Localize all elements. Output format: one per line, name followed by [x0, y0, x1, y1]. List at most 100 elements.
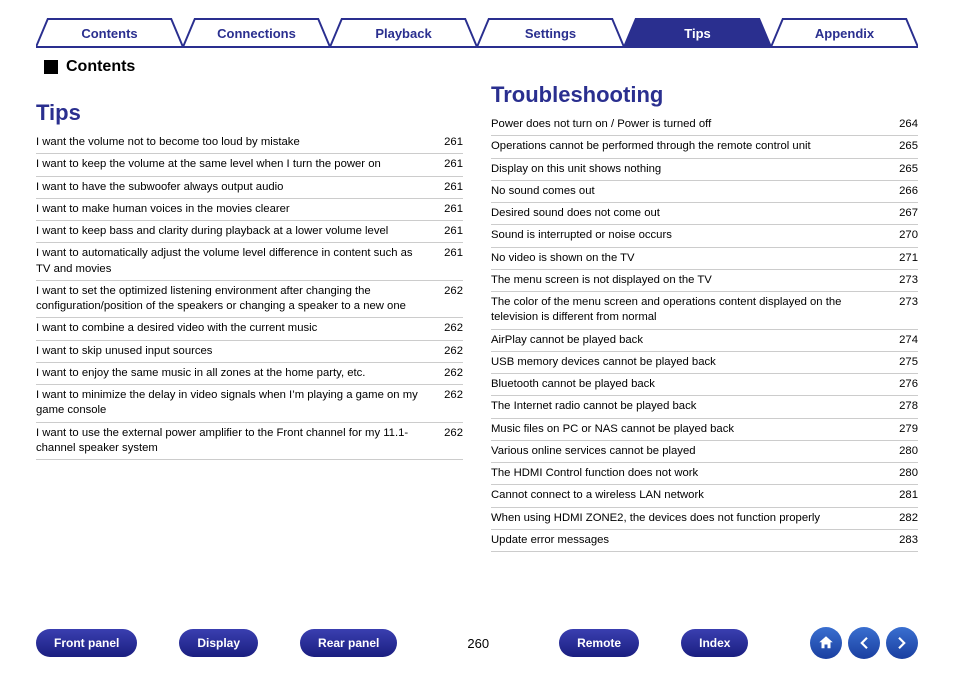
page-number: 260	[467, 636, 489, 651]
tab-connections[interactable]: Connections	[183, 18, 330, 48]
index-button[interactable]: Index	[681, 629, 748, 657]
tab-label: Tips	[684, 26, 711, 41]
bottom-nav: Front panel Display Rear panel 260 Remote Ind…	[0, 627, 954, 659]
tips-page: 261	[429, 224, 463, 239]
troubleshooting-page: 279	[884, 422, 918, 437]
troubleshooting-row[interactable]: The menu screen is not displayed on the …	[491, 270, 918, 292]
troubleshooting-row[interactable]: When using HDMI ZONE2, the devices does …	[491, 508, 918, 530]
troubleshooting-row[interactable]: AirPlay cannot be played back274	[491, 330, 918, 352]
tips-row[interactable]: I want to use the external power amplifi…	[36, 423, 463, 461]
troubleshooting-text: Various online services cannot be played	[491, 444, 884, 459]
tips-row[interactable]: I want to keep the volume at the same le…	[36, 154, 463, 176]
tips-list: I want the volume not to become too loud…	[36, 132, 463, 460]
troubleshooting-page: 273	[884, 273, 918, 288]
troubleshooting-text: The HDMI Control function does not work	[491, 466, 884, 481]
troubleshooting-text: AirPlay cannot be played back	[491, 333, 884, 348]
tips-row[interactable]: I want to have the subwoofer always outp…	[36, 177, 463, 199]
tips-page: 262	[429, 344, 463, 359]
tips-row[interactable]: I want to keep bass and clarity during p…	[36, 221, 463, 243]
troubleshooting-page: 278	[884, 399, 918, 414]
tips-text: I want to keep the volume at the same le…	[36, 157, 429, 172]
troubleshooting-list: Power does not turn on / Power is turned…	[491, 114, 918, 552]
tips-text: I want to keep bass and clarity during p…	[36, 224, 429, 239]
tips-page: 262	[429, 284, 463, 315]
troubleshooting-text: No sound comes out	[491, 184, 884, 199]
tips-page: 261	[429, 180, 463, 195]
tips-page: 262	[429, 321, 463, 336]
tips-page: 261	[429, 202, 463, 217]
troubleshooting-page: 264	[884, 117, 918, 132]
troubleshooting-row[interactable]: No sound comes out266	[491, 181, 918, 203]
tab-label: Playback	[375, 26, 431, 41]
tips-page: 262	[429, 388, 463, 419]
troubleshooting-row[interactable]: Update error messages283	[491, 530, 918, 552]
troubleshooting-row[interactable]: No video is shown on the TV271	[491, 248, 918, 270]
tips-row[interactable]: I want to skip unused input sources262	[36, 341, 463, 363]
tab-tips[interactable]: Tips	[624, 18, 771, 48]
tab-contents[interactable]: Contents	[36, 18, 183, 48]
tips-row[interactable]: I want to set the optimized listening en…	[36, 281, 463, 319]
tab-settings[interactable]: Settings	[477, 18, 624, 48]
troubleshooting-text: Update error messages	[491, 533, 884, 548]
troubleshooting-text: No video is shown on the TV	[491, 251, 884, 266]
prev-button[interactable]	[848, 627, 880, 659]
tab-label: Settings	[525, 26, 576, 41]
troubleshooting-page: 280	[884, 444, 918, 459]
tips-page: 261	[429, 246, 463, 277]
home-icon	[817, 634, 835, 652]
troubleshooting-text: Bluetooth cannot be played back	[491, 377, 884, 392]
troubleshooting-row[interactable]: Desired sound does not come out267	[491, 203, 918, 225]
troubleshooting-text: Operations cannot be performed through t…	[491, 139, 884, 154]
troubleshooting-row[interactable]: USB memory devices cannot be played back…	[491, 352, 918, 374]
tips-row[interactable]: I want to combine a desired video with t…	[36, 318, 463, 340]
tips-row[interactable]: I want to automatically adjust the volum…	[36, 243, 463, 281]
tips-text: I want to set the optimized listening en…	[36, 284, 429, 315]
troubleshooting-row[interactable]: Operations cannot be performed through t…	[491, 136, 918, 158]
troubleshooting-page: 265	[884, 139, 918, 154]
troubleshooting-row[interactable]: The HDMI Control function does not work2…	[491, 463, 918, 485]
arrow-right-icon	[893, 634, 911, 652]
troubleshooting-row[interactable]: Display on this unit shows nothing265	[491, 159, 918, 181]
tab-appendix[interactable]: Appendix	[771, 18, 918, 48]
troubleshooting-row[interactable]: Power does not turn on / Power is turned…	[491, 114, 918, 136]
rear-panel-button[interactable]: Rear panel	[300, 629, 397, 657]
troubleshooting-page: 282	[884, 511, 918, 526]
troubleshooting-row[interactable]: Cannot connect to a wireless LAN network…	[491, 485, 918, 507]
page: Contents Connections Playback Settings T…	[0, 0, 954, 673]
troubleshooting-page: 266	[884, 184, 918, 199]
tips-heading: Tips	[36, 100, 463, 126]
bottom-left-group: Front panel Display Rear panel 260 Remote Ind…	[36, 629, 748, 657]
tips-row[interactable]: I want to enjoy the same music in all zo…	[36, 363, 463, 385]
next-button[interactable]	[886, 627, 918, 659]
tips-text: I want to make human voices in the movie…	[36, 202, 429, 217]
tips-row[interactable]: I want the volume not to become too loud…	[36, 132, 463, 154]
troubleshooting-text: The color of the menu screen and operati…	[491, 295, 884, 326]
tab-playback[interactable]: Playback	[330, 18, 477, 48]
troubleshooting-text: Sound is interrupted or noise occurs	[491, 228, 884, 243]
display-button[interactable]: Display	[179, 629, 258, 657]
tips-row[interactable]: I want to make human voices in the movie…	[36, 199, 463, 221]
troubleshooting-text: USB memory devices cannot be played back	[491, 355, 884, 370]
tips-row[interactable]: I want to minimize the delay in video si…	[36, 385, 463, 423]
troubleshooting-row[interactable]: The color of the menu screen and operati…	[491, 292, 918, 330]
front-panel-button[interactable]: Front panel	[36, 629, 137, 657]
tips-text: I want to use the external power amplifi…	[36, 426, 429, 457]
troubleshooting-row[interactable]: Various online services cannot be played…	[491, 441, 918, 463]
troubleshooting-text: Display on this unit shows nothing	[491, 162, 884, 177]
bottom-right-group	[810, 627, 918, 659]
tips-text: I want the volume not to become too loud…	[36, 135, 429, 150]
remote-button[interactable]: Remote	[559, 629, 639, 657]
troubleshooting-text: Desired sound does not come out	[491, 206, 884, 221]
right-column: Troubleshooting Power does not turn on /…	[491, 82, 918, 552]
troubleshooting-row[interactable]: Sound is interrupted or noise occurs270	[491, 225, 918, 247]
troubleshooting-text: When using HDMI ZONE2, the devices does …	[491, 511, 884, 526]
home-button[interactable]	[810, 627, 842, 659]
troubleshooting-text: Music files on PC or NAS cannot be playe…	[491, 422, 884, 437]
troubleshooting-row[interactable]: Music files on PC or NAS cannot be playe…	[491, 419, 918, 441]
troubleshooting-page: 280	[884, 466, 918, 481]
troubleshooting-text: The menu screen is not displayed on the …	[491, 273, 884, 288]
troubleshooting-row[interactable]: Bluetooth cannot be played back276	[491, 374, 918, 396]
tips-page: 261	[429, 157, 463, 172]
troubleshooting-row[interactable]: The Internet radio cannot be played back…	[491, 396, 918, 418]
tips-text: I want to combine a desired video with t…	[36, 321, 429, 336]
